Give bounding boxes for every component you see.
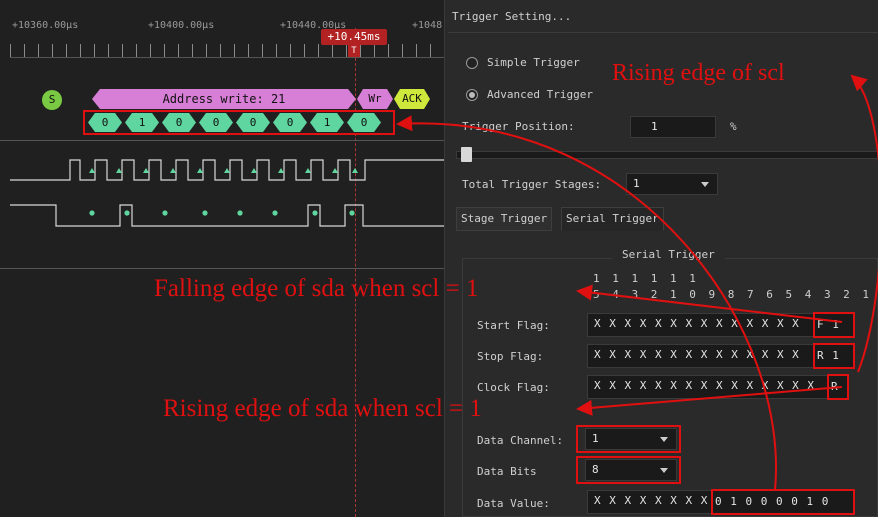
annotation-rising-scl: Rising edge of scl	[612, 60, 785, 86]
annotation-falling-sda: Falling edge of sda when scl = 1	[154, 275, 479, 302]
annotation-rising-sda: Rising edge of sda when scl = 1	[163, 395, 482, 422]
